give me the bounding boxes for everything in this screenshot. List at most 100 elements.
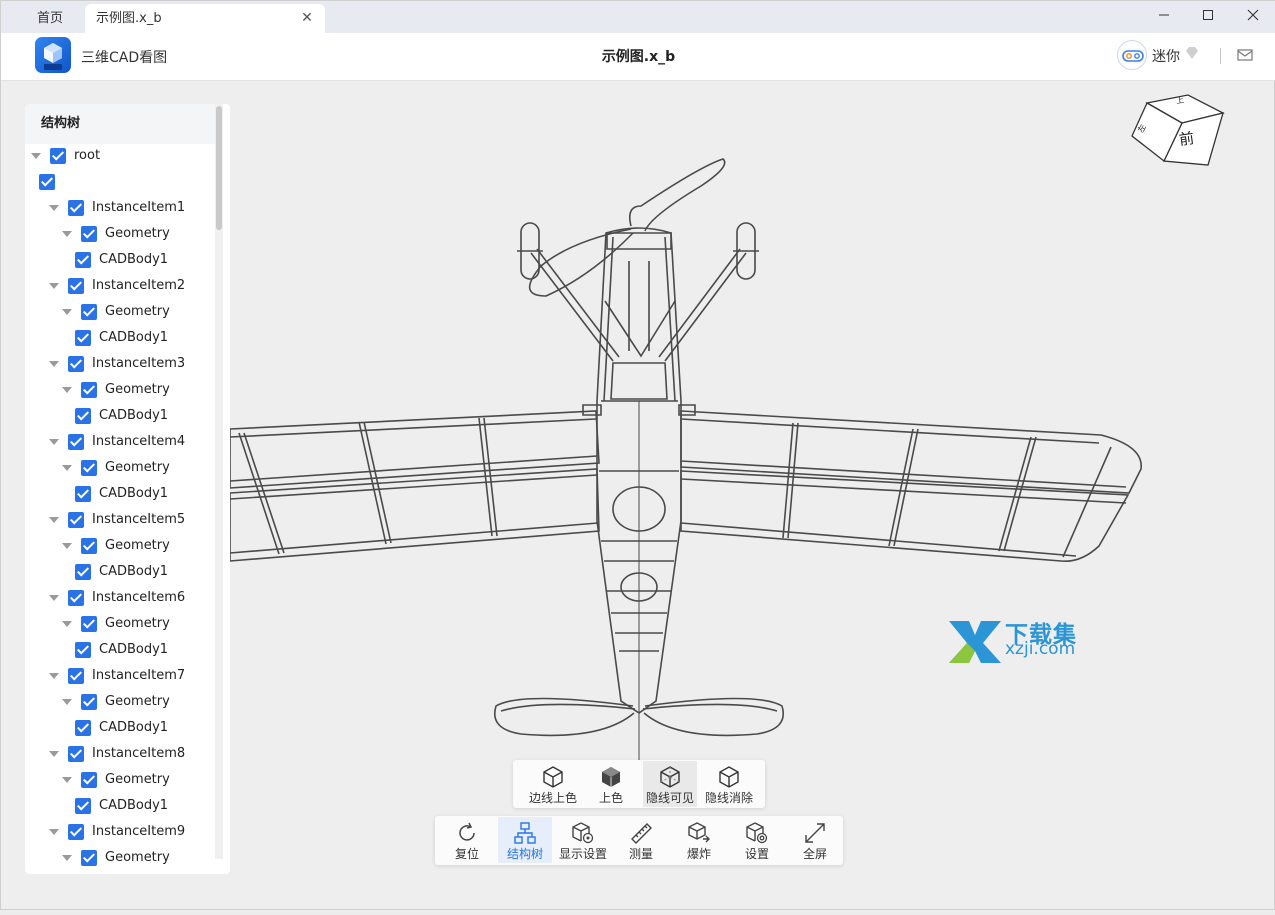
tree-row[interactable]: CADBody1: [75, 481, 168, 507]
expand-caret-icon[interactable]: [49, 282, 59, 289]
tree-checkbox[interactable]: [81, 225, 97, 242]
expand-caret-icon[interactable]: [49, 438, 59, 445]
tree-checkbox[interactable]: [75, 485, 91, 502]
measure-button[interactable]: 测量: [615, 817, 667, 863]
tree-row[interactable]: CADBody1: [75, 637, 168, 663]
tree-row[interactable]: InstanceItem3: [49, 351, 185, 377]
tree-row[interactable]: InstanceItem2: [49, 273, 185, 299]
tree-checkbox[interactable]: [81, 693, 97, 710]
tree-checkbox[interactable]: [68, 277, 84, 294]
tree-checkbox[interactable]: [39, 173, 55, 190]
tree-checkbox[interactable]: [75, 719, 91, 736]
tree-scrollbar[interactable]: [215, 104, 223, 859]
tree-row[interactable]: Geometry: [62, 845, 170, 871]
fullscreen-button[interactable]: 全屏: [789, 817, 841, 863]
tree-row[interactable]: CADBody1: [75, 403, 168, 429]
tree-row[interactable]: Geometry: [62, 299, 170, 325]
tree-row[interactable]: InstanceItem4: [49, 429, 185, 455]
close-window-button[interactable]: [1230, 1, 1275, 33]
vip-diamond-icon[interactable]: [1185, 46, 1199, 64]
tree-checkbox[interactable]: [68, 745, 84, 762]
tree-checkbox[interactable]: [75, 407, 91, 424]
tree-checkbox[interactable]: [81, 303, 97, 320]
tree-checkbox[interactable]: [75, 329, 91, 346]
expand-caret-icon[interactable]: [62, 230, 72, 237]
tree-checkbox[interactable]: [50, 147, 66, 164]
structure-tree-button[interactable]: 结构树: [498, 817, 552, 863]
expand-caret-icon[interactable]: [31, 152, 41, 159]
tree-row[interactable]: InstanceItem9: [49, 819, 185, 845]
expand-caret-icon[interactable]: [62, 620, 72, 627]
expand-caret-icon[interactable]: [49, 594, 59, 601]
tree-row[interactable]: Geometry: [62, 377, 170, 403]
reset-button[interactable]: 复位: [441, 817, 493, 863]
expand-caret-icon[interactable]: [49, 750, 59, 757]
tree-checkbox[interactable]: [81, 771, 97, 788]
avatar[interactable]: [1117, 40, 1147, 70]
tree-row[interactable]: InstanceItem8: [49, 741, 185, 767]
tree-row[interactable]: InstanceItem5: [49, 507, 185, 533]
expand-caret-icon[interactable]: [62, 386, 72, 393]
tree-row[interactable]: InstanceItem6: [49, 585, 185, 611]
expand-caret-icon[interactable]: [62, 308, 72, 315]
tree-row[interactable]: CADBody1: [75, 793, 168, 819]
tree-checkbox[interactable]: [75, 641, 91, 658]
user-name[interactable]: 迷你: [1152, 46, 1180, 66]
render-mode-hidden-removed[interactable]: 隐线消除: [701, 761, 757, 807]
expand-caret-icon[interactable]: [62, 698, 72, 705]
tree-row[interactable]: InstanceItem7: [49, 663, 185, 689]
expand-caret-icon[interactable]: [62, 464, 72, 471]
tree-row[interactable]: InstanceItem1: [49, 195, 185, 221]
tree-row[interactable]: Geometry: [62, 221, 170, 247]
expand-caret-icon[interactable]: [49, 516, 59, 523]
tab-document[interactable]: 示例图.x_b ✕: [85, 4, 325, 33]
tree-checkbox[interactable]: [75, 251, 91, 268]
explode-button[interactable]: 爆炸: [673, 817, 725, 863]
minimize-button[interactable]: [1141, 1, 1187, 33]
tree-checkbox[interactable]: [75, 563, 91, 580]
render-mode-shaded[interactable]: 上色: [587, 761, 635, 807]
mail-icon[interactable]: [1237, 47, 1253, 66]
tree-checkbox[interactable]: [68, 823, 84, 840]
tree-row-label: CADBody1: [99, 564, 169, 579]
render-mode-edges-shaded[interactable]: 边线上色: [523, 761, 583, 807]
tree-checkbox[interactable]: [68, 667, 84, 684]
tree-row[interactable]: CADBody1: [75, 247, 168, 273]
tree-checkbox[interactable]: [68, 199, 84, 216]
tree-row[interactable]: Geometry: [62, 767, 170, 793]
maximize-button[interactable]: [1185, 1, 1231, 33]
tree-checkbox[interactable]: [81, 381, 97, 398]
tree-row[interactable]: Geometry: [62, 611, 170, 637]
tree-checkbox[interactable]: [68, 433, 84, 450]
tree-scroll-thumb[interactable]: [216, 106, 222, 230]
tree-row[interactable]: root: [31, 143, 100, 169]
tree-row-label: InstanceItem4: [92, 434, 186, 449]
expand-caret-icon[interactable]: [62, 542, 72, 549]
display-settings-button[interactable]: 显示设置: [556, 817, 610, 863]
expand-caret-icon[interactable]: [49, 360, 59, 367]
tab-home[interactable]: 首页: [21, 4, 79, 33]
expand-caret-icon[interactable]: [49, 828, 59, 835]
expand-caret-icon[interactable]: [62, 776, 72, 783]
tree-checkbox[interactable]: [68, 511, 84, 528]
tree-checkbox[interactable]: [68, 355, 84, 372]
tree-checkbox[interactable]: [81, 537, 97, 554]
settings-button[interactable]: 设置: [731, 817, 783, 863]
expand-caret-icon[interactable]: [49, 672, 59, 679]
tree-row[interactable]: CADBody1: [75, 325, 168, 351]
render-mode-hidden-visible[interactable]: 隐线可见: [643, 761, 697, 807]
tree-checkbox[interactable]: [81, 615, 97, 632]
tree-row[interactable]: Geometry: [62, 455, 170, 481]
tree-row[interactable]: CADBody1: [75, 559, 168, 585]
tree-checkbox[interactable]: [81, 459, 97, 476]
expand-caret-icon[interactable]: [62, 854, 72, 861]
tree-row[interactable]: Geometry: [62, 689, 170, 715]
tree-checkbox[interactable]: [81, 849, 97, 866]
close-tab-icon[interactable]: ✕: [299, 4, 315, 33]
tree-row[interactable]: Geometry: [62, 533, 170, 559]
tree-checkbox[interactable]: [68, 589, 84, 606]
tree-row[interactable]: CADBody1: [75, 715, 168, 741]
tree-row[interactable]: [39, 169, 63, 195]
tree-checkbox[interactable]: [75, 797, 91, 814]
expand-caret-icon[interactable]: [49, 204, 59, 211]
